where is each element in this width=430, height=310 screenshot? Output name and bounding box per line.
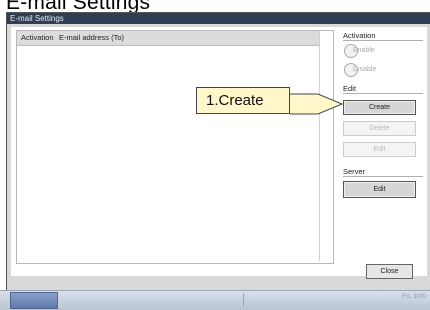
create-callout: 1.Create — [196, 87, 290, 114]
list-header: Activation E-mail address (To) — [17, 31, 331, 46]
server-edit-button[interactable]: Edit — [343, 181, 416, 198]
edit-entry-button[interactable]: Edit — [343, 142, 416, 157]
taskbar-date: Fri, 10/0 — [402, 293, 426, 300]
email-address-list[interactable]: Activation E-mail address (To) — [16, 30, 334, 264]
window-titlebar: E-mail Settings — [7, 13, 430, 24]
taskbar-start-button[interactable] — [10, 292, 58, 309]
list-scrollbar[interactable] — [319, 31, 333, 261]
disable-radio-label: Disable — [353, 66, 377, 73]
edit-divider — [343, 93, 423, 94]
taskbar-separator — [243, 293, 244, 306]
edit-group-label: Edit — [343, 84, 356, 93]
create-button[interactable]: Create — [343, 100, 416, 115]
server-divider — [343, 176, 423, 177]
column-header-activation[interactable]: Activation — [21, 31, 54, 45]
delete-button[interactable]: Delete — [343, 121, 416, 136]
enable-radio-label: Enable — [353, 47, 375, 54]
close-button[interactable]: Close — [366, 264, 413, 279]
activation-divider — [343, 40, 423, 41]
enable-radio[interactable]: Enable — [344, 44, 404, 58]
disable-radio[interactable]: Disable — [344, 63, 404, 77]
activation-group-label: Activation — [343, 31, 376, 40]
taskbar — [0, 290, 430, 310]
column-header-email[interactable]: E-mail address (To) — [59, 31, 124, 45]
server-group-label: Server — [343, 167, 366, 176]
